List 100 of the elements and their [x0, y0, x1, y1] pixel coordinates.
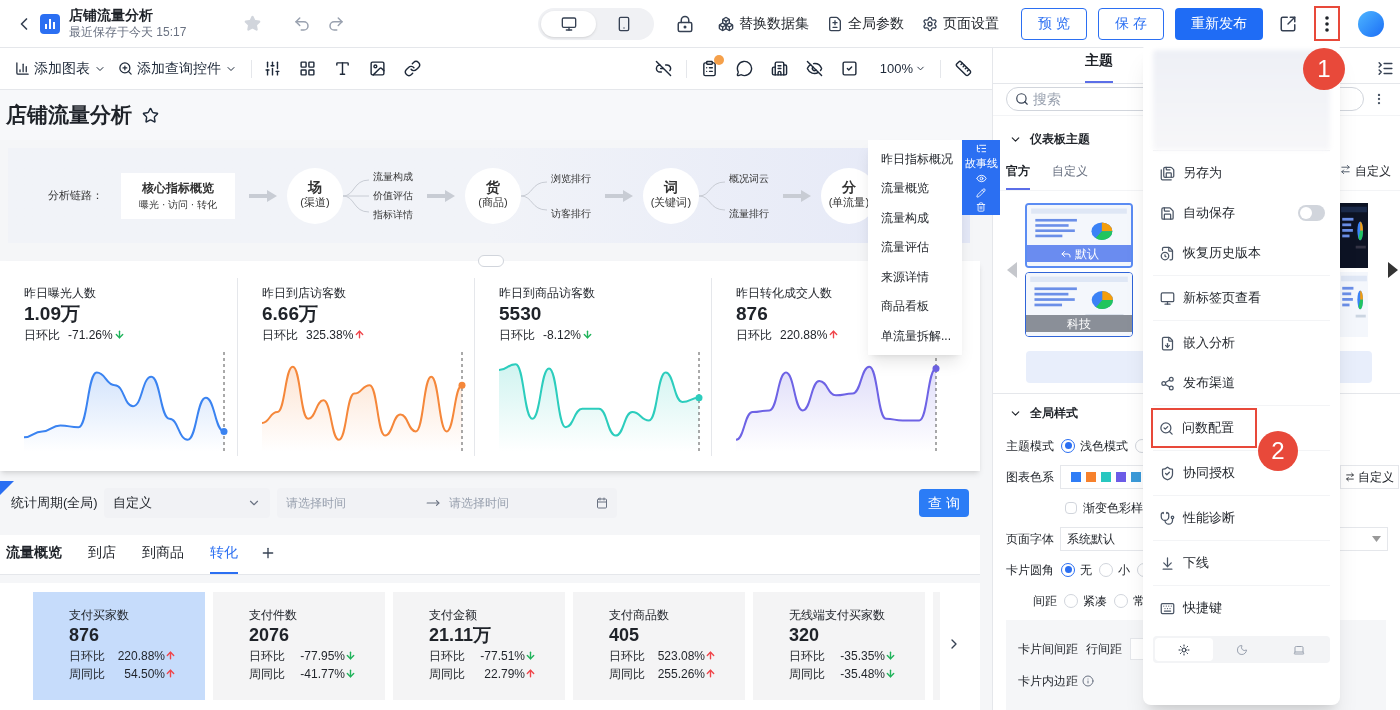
checkbox[interactable] [1065, 501, 1077, 514]
chat-icon[interactable] [735, 60, 753, 77]
eye-icon[interactable] [975, 173, 987, 184]
share-icon[interactable] [1279, 14, 1297, 33]
compare-value: 255.26% [656, 665, 705, 683]
menu-item[interactable]: 恢复历史版本 [1153, 233, 1330, 273]
branch-link[interactable]: 价值评估 [373, 188, 413, 203]
pencil-icon[interactable] [976, 188, 986, 198]
compare-value: 54.50% [123, 665, 165, 683]
query-button[interactable]: 查 询 [919, 489, 969, 517]
branch-link[interactable]: 流量构成 [373, 169, 413, 184]
kpi-title: 昨日曝光人数 [24, 285, 96, 302]
branch-link[interactable]: 流量排行 [729, 205, 769, 221]
params-button[interactable]: 全局参数 [827, 13, 905, 34]
checkbox-icon[interactable] [840, 60, 858, 77]
sliders-icon[interactable] [264, 60, 281, 77]
collapse-panel-icon[interactable] [1377, 60, 1394, 77]
settings-icon [922, 15, 939, 32]
story-nav-item[interactable]: 流量评估 [868, 232, 962, 262]
calendar-icon [595, 497, 608, 509]
tab[interactable]: 自定义 [1052, 162, 1088, 190]
menu-item[interactable]: 嵌入分析 [1153, 323, 1330, 363]
add-menu-button[interactable]: 添加查询控件 [118, 58, 237, 79]
metric-title: 支付买家数 [69, 607, 129, 624]
custom-link[interactable]: 自定义 [1355, 162, 1391, 180]
story-nav-item[interactable]: 流量构成 [868, 203, 962, 233]
custom-colors-button[interactable]: 自定义 [1340, 464, 1399, 489]
image-icon[interactable] [369, 60, 386, 77]
story-nav-item[interactable]: 流量概览 [868, 173, 962, 203]
chain-arrow-icon [605, 189, 633, 202]
download-icon [1160, 555, 1175, 571]
branch-link[interactable]: 指标详情 [373, 207, 413, 222]
notes-icon[interactable] [700, 60, 718, 77]
toolbar-button[interactable]: 保 存 [1098, 7, 1164, 40]
story-nav-item[interactable]: 昨日指标概况 [868, 144, 962, 174]
field-label: 主题模式 [1006, 437, 1054, 455]
tab[interactable]: 官方 [1006, 162, 1030, 190]
publish-button[interactable]: 重新发布 [1175, 7, 1263, 40]
toolbar-button[interactable]: 预 览 [1021, 7, 1088, 40]
text-icon[interactable] [334, 60, 351, 77]
menu-item[interactable]: 新标签页查看 [1153, 278, 1330, 318]
tab[interactable]: 转化 [210, 542, 238, 574]
story-nav-item[interactable]: 单流量拆解... [868, 321, 962, 351]
menu-item[interactable]: 性能诊断 [1153, 498, 1330, 538]
list-icon[interactable] [975, 143, 987, 154]
trash-icon[interactable] [976, 202, 986, 212]
menu-item[interactable]: 下线 [1153, 543, 1330, 583]
desktop-mode-button[interactable] [541, 10, 597, 37]
story-nav-item[interactable]: 来源详情 [868, 262, 962, 292]
tab[interactable]: 到商品 [142, 542, 184, 574]
link-icon[interactable] [404, 60, 421, 77]
metric-card[interactable]: 支付金额 21.11万 日环比 -77.51% 周同比 22.79% [393, 592, 565, 700]
add-menu-button[interactable]: 添加图表 [15, 58, 106, 79]
drag-handle[interactable] [478, 255, 504, 267]
toggle-switch[interactable] [1298, 205, 1325, 221]
undo-button[interactable] [293, 14, 312, 33]
search-check-icon [1159, 420, 1174, 436]
add-tab-button[interactable] [260, 545, 276, 561]
compare-label: 日环比 [789, 647, 826, 665]
settings-button[interactable]: 页面设置 [922, 13, 1000, 34]
tab[interactable]: 到店 [88, 542, 116, 574]
field-label: 行间距 [1086, 641, 1122, 658]
story-nav-item[interactable]: 商品看板 [868, 291, 962, 321]
kpi-value: 876 [736, 302, 768, 326]
thumbnail-label: 科技 [1067, 315, 1091, 333]
zoom-select[interactable]: 100% [879, 58, 926, 79]
redo-button[interactable] [327, 14, 346, 33]
layout-grid-icon[interactable] [299, 60, 316, 77]
more-button[interactable] [1314, 6, 1340, 41]
panel-tab[interactable]: 主题 [1085, 49, 1113, 83]
lock-icon[interactable] [676, 14, 695, 33]
metric-title: 无线端支付买家数 [789, 607, 885, 624]
metric-card[interactable]: 支付商品数 405 日环比 523.08% 周同比 255.26% [573, 592, 745, 700]
branch-link[interactable]: 访客排行 [551, 205, 591, 221]
menu-item[interactable]: 另存为 [1153, 153, 1330, 193]
bar-chart-icon [15, 61, 30, 76]
compare-label: 日环比 [429, 647, 466, 665]
hide-icon[interactable] [805, 60, 823, 77]
menu-item[interactable]: 发布渠道 [1153, 363, 1330, 403]
metric-card[interactable]: 支付买家数 876 日环比 220.88% 周同比 54.50% [33, 592, 205, 700]
unlink-icon[interactable] [654, 60, 672, 77]
metric-card[interactable]: 支付件数 2076 日环比 -77.95% 周同比 -41.77% [213, 592, 385, 700]
ruler-icon[interactable] [955, 60, 972, 77]
kpi-title: 昨日到商品访客数 [499, 285, 595, 302]
metric-card[interactable]: 无线端支付买家数 320 日环比 -35.35% 周同比 -35.48% [753, 592, 925, 700]
sun-mode-button[interactable] [1155, 638, 1213, 661]
menu-item[interactable]: 问数配置 [1151, 408, 1257, 448]
building-icon[interactable] [770, 60, 788, 77]
period-select[interactable]: 自定义 [103, 488, 270, 518]
branch-link[interactable]: 浏览排行 [551, 170, 591, 186]
chain-label: 分析链路： [48, 188, 103, 204]
page-title: 店铺流量分析 [6, 102, 132, 129]
menu-item[interactable]: 自动保存 [1153, 193, 1330, 233]
menu-item[interactable]: 快捷键 [1153, 588, 1330, 628]
dataset-button[interactable]: 替换数据集 [718, 13, 810, 34]
spacing-field[interactable] [1130, 638, 1144, 660]
field-label: 间距 [1033, 592, 1057, 610]
color-palette-select[interactable] [1060, 464, 1143, 489]
star-icon[interactable] [142, 106, 159, 124]
branch-link[interactable]: 概况词云 [729, 170, 769, 186]
